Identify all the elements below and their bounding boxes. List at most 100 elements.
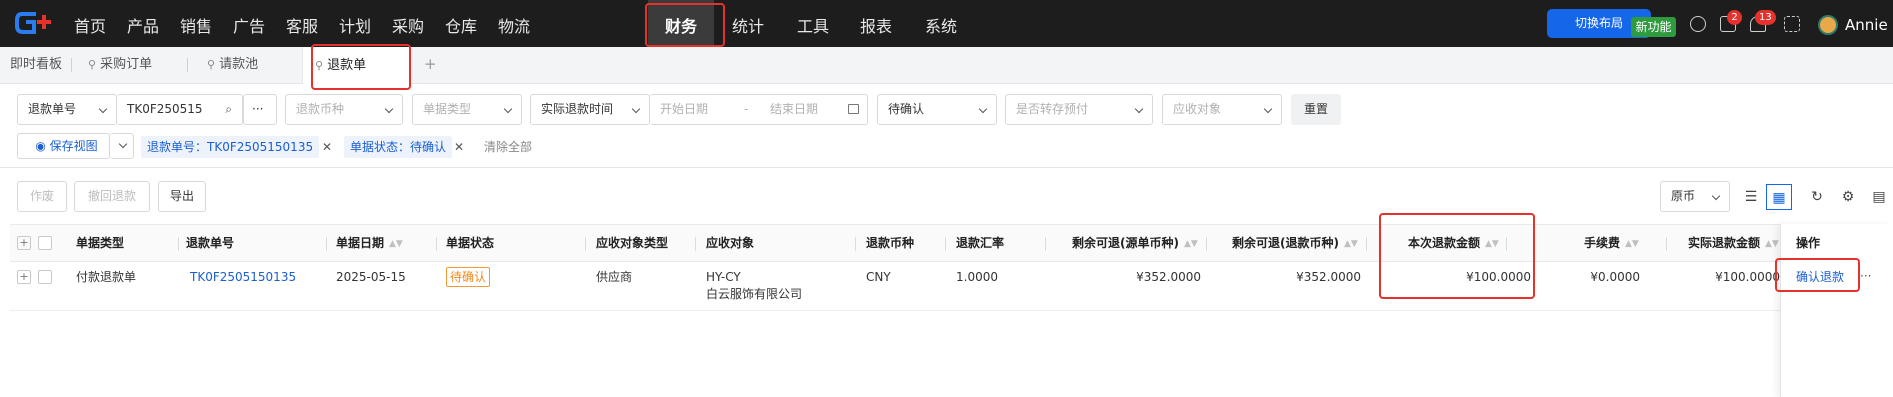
cell-fee: ¥0.0000	[1590, 270, 1640, 284]
nav-item-reports[interactable]: 报表	[860, 0, 892, 47]
currency-select[interactable]: 退款币种	[285, 94, 403, 125]
sort-icon[interactable]: ▲▼	[1344, 236, 1358, 252]
col-this-refund[interactable]: 本次退款金额 ▲▼	[1408, 235, 1499, 251]
row-checkbox[interactable]	[38, 270, 52, 284]
col-refund-no: 退款单号	[186, 236, 235, 250]
more-filter-button[interactable]: ···	[243, 94, 277, 125]
col-doc-date[interactable]: 单据日期 ▲▼	[336, 235, 403, 251]
brand-logo-icon[interactable]	[14, 10, 56, 36]
fullscreen-icon[interactable]	[1784, 16, 1800, 32]
tab-bar	[0, 47, 1893, 84]
col-operation: 操作	[1796, 236, 1821, 250]
pin-icon: ⚲	[207, 58, 216, 71]
row-divider	[10, 310, 1893, 311]
pin-icon: ⚲	[88, 58, 97, 71]
column-divider	[326, 237, 327, 251]
doc-type-select[interactable]: 单据类型	[412, 94, 522, 125]
sort-icon[interactable]: ▲▼	[1765, 236, 1779, 252]
save-view-button[interactable]: ◉ 保存视图	[17, 133, 110, 159]
chevron-down-icon	[978, 104, 988, 114]
prepay-select[interactable]: 是否转存预付	[1005, 94, 1153, 125]
select-all-checkbox[interactable]	[38, 236, 52, 250]
reset-button[interactable]: 重置	[1291, 94, 1341, 125]
save-view-label: 保存视图	[49, 139, 98, 153]
avatar[interactable]	[1818, 15, 1838, 35]
column-divider	[1366, 237, 1367, 251]
nav-item-plan[interactable]: 计划	[339, 0, 371, 47]
date-range-picker[interactable]: 开始日期 - 结束日期	[650, 94, 868, 125]
chevron-down-icon	[98, 104, 108, 114]
expand-all-icon[interactable]: +	[17, 236, 31, 250]
export-button[interactable]: 导出	[158, 181, 206, 212]
nav-item-ads[interactable]: 广告	[233, 0, 265, 47]
nav-item-logistics[interactable]: 物流	[498, 0, 530, 47]
nav-item-product[interactable]: 产品	[127, 0, 159, 47]
tab-payment-pool[interactable]: ⚲ 请款池	[207, 55, 258, 75]
nav-item-stats[interactable]: 统计	[732, 0, 764, 47]
start-date: 开始日期	[660, 102, 709, 116]
refund-no-input[interactable]: TK0F250515 ⌕	[117, 94, 243, 125]
col-doc-date-label: 单据日期	[336, 236, 385, 250]
search-icon[interactable]: ⌕	[225, 95, 232, 124]
nav-item-home[interactable]: 首页	[74, 0, 106, 47]
tab-refund[interactable]: ⚲ 退款单	[302, 47, 410, 84]
sort-icon[interactable]: ▲▼	[1184, 236, 1198, 252]
nav-item-finance[interactable]: 财务	[648, 0, 714, 47]
help-icon[interactable]	[1690, 16, 1706, 32]
col-refund-currency: 退款币种	[866, 236, 915, 250]
top-navigation: 首页 产品 销售 广告 客服 计划 采购 仓库 物流 财务 统计 工具 报表 系…	[0, 0, 1893, 47]
nav-item-system[interactable]: 系统	[925, 0, 957, 47]
col-remaining-refund[interactable]: 剩余可退(退款币种) ▲▼	[1232, 235, 1358, 251]
clear-all-link[interactable]: 清除全部	[484, 136, 532, 158]
col-remaining-source[interactable]: 剩余可退(源单币种) ▲▼	[1072, 235, 1198, 251]
status-select[interactable]: 待确认	[877, 94, 997, 125]
column-divider	[695, 237, 696, 251]
nav-item-warehouse[interactable]: 仓库	[445, 0, 477, 47]
list-view-icon[interactable]: ☰	[1738, 184, 1764, 210]
receivable-select[interactable]: 应收对象	[1162, 94, 1282, 125]
refund-no-type-select[interactable]: 退款单号	[17, 94, 117, 125]
col-actual-refund[interactable]: 实际退款金额 ▲▼	[1688, 235, 1779, 251]
username[interactable]: Annie	[1845, 16, 1888, 34]
grid-view-icon[interactable]: ▦	[1766, 184, 1792, 210]
close-icon[interactable]: ✕	[454, 136, 464, 158]
time-type-select[interactable]: 实际退款时间	[530, 94, 650, 125]
expand-row-icon[interactable]: +	[17, 270, 31, 284]
cell-refund-no-link[interactable]: TK0F2505150135	[190, 269, 296, 285]
book-icon[interactable]: ▤	[1866, 184, 1892, 210]
gear-icon[interactable]: ⚙	[1835, 184, 1861, 210]
tab-purchase-order[interactable]: ⚲ 采购订单	[88, 55, 152, 75]
revoke-refund-button[interactable]: 撤回退款	[74, 181, 150, 212]
currency-view-select[interactable]: 原币	[1660, 181, 1730, 212]
nav-item-purchase[interactable]: 采购	[392, 0, 424, 47]
save-view-dropdown[interactable]	[110, 133, 134, 159]
select-value: 待确认	[888, 102, 925, 116]
refresh-icon[interactable]: ↻	[1804, 184, 1830, 210]
col-doc-type: 单据类型	[76, 236, 125, 250]
select-placeholder: 退款币种	[296, 102, 345, 116]
nav-item-sales[interactable]: 销售	[180, 0, 212, 47]
chevron-down-icon	[503, 104, 513, 114]
col-fee[interactable]: 手续费 ▲▼	[1584, 235, 1639, 251]
col-this-refund-label: 本次退款金额	[1408, 236, 1481, 250]
status-badge: 待确认	[446, 267, 491, 287]
date-separator: -	[744, 102, 749, 116]
nav-item-tools[interactable]: 工具	[797, 0, 829, 47]
sort-icon[interactable]: ▲▼	[389, 236, 403, 252]
filter-chip-refund-no: 退款单号：TK0F2505150135	[141, 136, 320, 158]
sort-icon[interactable]: ▲▼	[1625, 236, 1639, 252]
close-icon[interactable]: ✕	[322, 136, 332, 158]
section-divider	[0, 167, 1893, 168]
add-tab-button[interactable]: +	[424, 55, 437, 73]
confirm-refund-button[interactable]: 确认退款	[1796, 269, 1844, 285]
col-refund-rate: 退款汇率	[956, 236, 1005, 250]
select-placeholder: 是否转存预付	[1016, 102, 1089, 116]
nav-item-service[interactable]: 客服	[286, 0, 318, 47]
tab-dashboard[interactable]: 即时看板	[10, 55, 62, 75]
sort-icon[interactable]: ▲▼	[1485, 236, 1499, 252]
new-feature-badge[interactable]: 新功能	[1631, 17, 1676, 37]
void-button[interactable]: 作废	[17, 181, 67, 212]
row-more-button[interactable]: ···	[1860, 268, 1871, 284]
chevron-down-icon	[1134, 104, 1144, 114]
cell-receivable-type: 供应商	[596, 270, 633, 284]
